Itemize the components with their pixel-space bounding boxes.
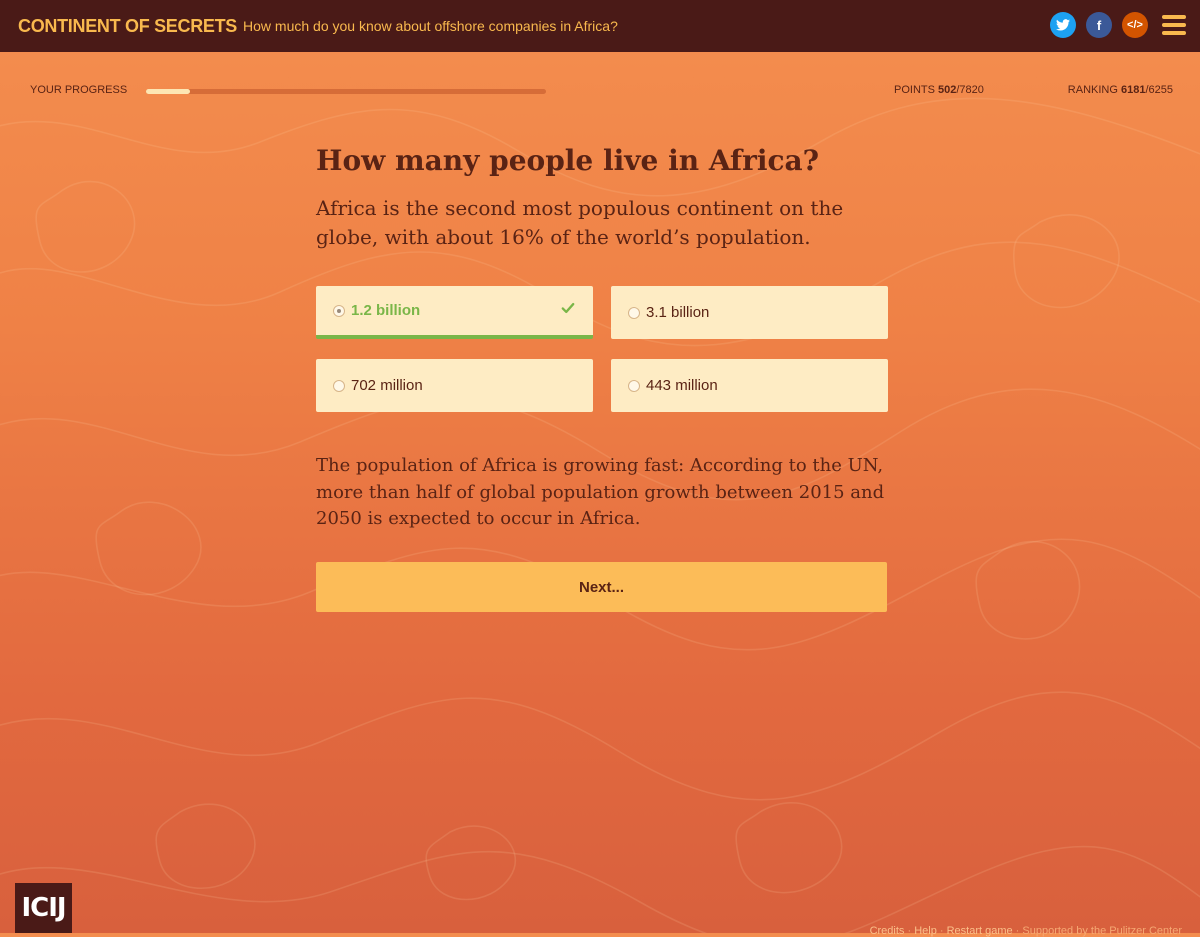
answer-option-1[interactable]: 1.2 billion <box>316 286 593 339</box>
embed-button[interactable]: </> <box>1122 12 1148 38</box>
radio-selected-icon <box>333 304 345 317</box>
answer-option-4[interactable]: 443 million <box>611 359 888 412</box>
footer-separator: · <box>904 925 915 937</box>
top-header: CONTINENT OF SECRETS How much do you kno… <box>0 0 1200 52</box>
restart-game-link[interactable]: Restart game <box>947 925 1013 937</box>
radio-icon <box>333 379 345 392</box>
progress-bar <box>146 89 546 94</box>
answer-option-3[interactable]: 702 million <box>316 359 593 412</box>
points-label: POINTS <box>894 84 935 96</box>
progress-bar-fill <box>146 89 190 94</box>
facebook-share-button[interactable]: f <box>1086 12 1112 38</box>
ranking-label: RANKING <box>1067 84 1118 96</box>
ranking-display: RANKING 6181/6255 <box>1068 84 1173 96</box>
radio-icon <box>628 306 640 319</box>
credits-link[interactable]: Credits <box>870 925 905 937</box>
answer-label: 1.2 billion <box>351 302 421 319</box>
brand-title[interactable]: CONTINENT OF SECRETS <box>18 16 237 37</box>
hamburger-menu-icon[interactable] <box>1162 15 1186 35</box>
footer-separator: · <box>1012 925 1023 937</box>
facebook-icon: f <box>1096 17 1102 33</box>
brand-tagline: How much do you know about offshore comp… <box>243 18 618 34</box>
answer-option-2[interactable]: 3.1 billion <box>611 286 888 339</box>
footer-separator: · <box>936 925 947 937</box>
footer-links: Credits · Help · Restart game · Supporte… <box>870 925 1182 937</box>
help-link[interactable]: Help <box>914 925 937 937</box>
ranking-value: 6181 <box>1120 84 1146 96</box>
radio-icon <box>628 379 640 392</box>
points-total: /7820 <box>956 84 984 96</box>
answer-label: 443 million <box>646 377 718 394</box>
question-title: How many people live in Africa? <box>316 144 820 177</box>
question-description: Africa is the second most populous conti… <box>316 196 844 249</box>
points-display: POINTS 502/7820 <box>894 84 984 96</box>
next-button[interactable]: Next... <box>316 562 887 612</box>
answer-label: 3.1 billion <box>646 304 710 321</box>
checkmark-icon <box>561 302 575 314</box>
answer-label: 702 million <box>351 377 423 394</box>
twitter-icon <box>1056 19 1070 31</box>
icij-logo[interactable]: ICIJ <box>15 883 72 933</box>
stats-bar: YOUR PROGRESS POINTS 502/7820 RANKING 61… <box>0 84 1200 98</box>
answer-explanation: The population of Africa is growing fast… <box>316 455 885 529</box>
points-value: 502 <box>938 84 957 96</box>
ranking-total: /6255 <box>1145 84 1173 96</box>
embed-code-icon: </> <box>1127 19 1143 31</box>
twitter-share-button[interactable] <box>1050 12 1076 38</box>
progress-label: YOUR PROGRESS <box>30 84 128 96</box>
support-text: Supported by the Pulitzer Center <box>1022 925 1182 937</box>
social-links: f </> <box>1040 12 1186 38</box>
